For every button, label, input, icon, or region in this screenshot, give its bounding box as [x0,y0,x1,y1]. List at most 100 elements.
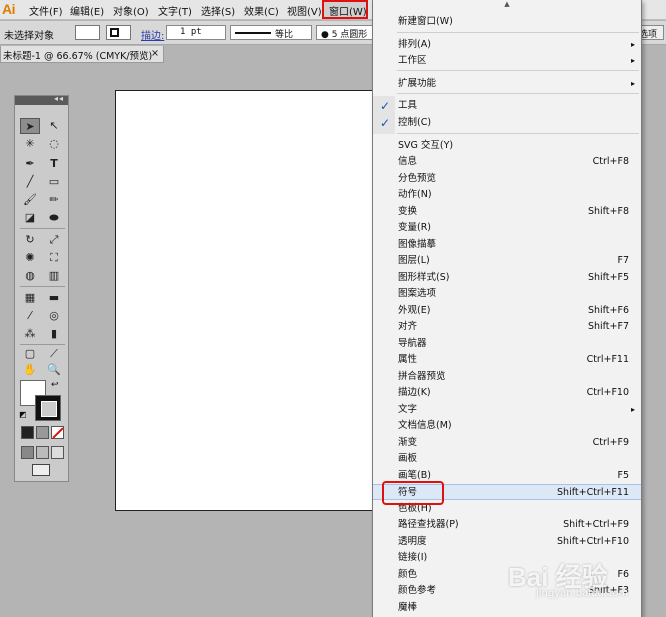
scale-tool-icon[interactable]: ⤢ [44,232,64,248]
rotate-tool-icon[interactable]: ↻ [20,232,40,248]
menu-item-label: 分色预览 [398,173,437,184]
window-menu-item[interactable]: 分色预览 [373,171,641,187]
window-menu-item[interactable]: 变量(R) [373,220,641,236]
symbol-item-highlight [382,481,444,505]
menu-type[interactable]: 文字(T) [158,3,192,18]
window-menu-item[interactable]: 文字 ▸ [373,402,641,418]
gradient-tool-icon[interactable]: ▬ [44,290,64,306]
submenu-arrow-icon: ▸ [630,79,635,88]
window-menu-item[interactable]: 文档信息(M) [373,418,641,434]
gradient-mode-icon[interactable] [36,426,49,439]
screen-mode-icon[interactable] [32,464,50,476]
stroke-weight-field[interactable]: 1 pt [166,25,226,40]
window-menu-item[interactable]: 图层(L) F7 [373,253,641,269]
window-menu-dropdown: ▲ 新建窗口(W) 排列(A) ▸ 工作区 ▸ 扩展功能 ▸ ✓ 工具 ✓ 控制(C) SVG 交互(… [372,0,642,617]
menu-separator [397,133,639,134]
window-menu-item[interactable]: ✓ 工具 [373,98,641,114]
tools-panel-header[interactable]: ◂◂ [15,94,68,105]
hand-tool-icon[interactable]: ✋ [20,362,40,378]
stroke-label-link[interactable]: 描边: [141,27,164,42]
window-menu-item[interactable]: 新建窗口(W) [373,14,641,30]
menu-item-label: 控制(C) [398,117,432,128]
menu-view[interactable]: 视图(V) [287,3,322,18]
pen-tool-icon[interactable]: ✒ [20,156,40,172]
window-menu-item[interactable]: ✓ 控制(C) [373,115,641,131]
close-icon[interactable]: × [151,48,159,59]
stroke-swatch[interactable] [35,395,61,421]
window-menu-item[interactable]: 拼合器预览 [373,369,641,385]
window-menu-item[interactable]: 信息 Ctrl+F8 [373,154,641,170]
rectangle-tool-icon[interactable]: ▭ [44,174,64,190]
menu-item-label: 画板 [398,453,418,464]
menu-window[interactable]: 窗口(W) [329,3,367,18]
menu-file[interactable]: 文件(F) [29,3,63,18]
stroke-color-picker[interactable] [106,25,131,40]
menu-select[interactable]: 选择(S) [201,3,235,18]
menu-object[interactable]: 对象(O) [113,3,149,18]
artboard-tool-icon[interactable]: ▢ [20,346,40,362]
menu-item-label: 工作区 [398,55,427,66]
perspective-grid-tool-icon[interactable]: ▥ [44,268,64,284]
window-menu-item[interactable]: 路径查找器(P) Shift+Ctrl+F9 [373,517,641,533]
blob-brush-tool-icon[interactable]: ◪ [20,210,40,226]
color-mode-icon[interactable] [21,426,34,439]
symbol-sprayer-tool-icon[interactable]: ⁂ [20,326,40,342]
magic-wand-tool-icon[interactable]: ✳ [20,136,40,152]
stroke-profile-select[interactable]: 等比 [230,25,312,40]
window-menu-item[interactable]: 渐变 Ctrl+F9 [373,435,641,451]
direct-selection-tool-icon[interactable]: ↖ [44,118,64,134]
menu-scroll-up-icon[interactable]: ▲ [373,0,641,11]
menu-item-label: 属性 [398,354,418,365]
draw-behind-icon[interactable] [36,446,49,459]
window-menu-item[interactable]: 属性 Ctrl+F11 [373,352,641,368]
slice-tool-icon[interactable]: ⟋ [44,346,64,362]
window-menu-item[interactable]: 图形样式(S) Shift+F5 [373,270,641,286]
draw-inside-icon[interactable] [51,446,64,459]
warp-tool-icon[interactable]: ✺ [20,250,40,266]
menu-item-label: 魔棒 [398,602,418,613]
window-menu-item[interactable]: SVG 交互(Y) [373,138,641,154]
window-menu-item[interactable]: 动作(N) [373,187,641,203]
window-menu-item[interactable]: 排列(A) ▸ [373,37,641,53]
selection-tool-icon[interactable]: ➤ [20,118,40,134]
shape-builder-tool-icon[interactable]: ◍ [20,268,40,284]
collapse-icon[interactable]: ◂◂ [54,94,64,103]
menu-effect[interactable]: 效果(C) [244,3,279,18]
window-menu-item[interactable]: 导航器 [373,336,641,352]
fill-color-picker[interactable] [75,25,100,40]
type-tool-icon[interactable]: T [44,156,64,172]
window-menu-item[interactable]: 对齐 Shift+F7 [373,319,641,335]
lasso-tool-icon[interactable]: ◌ [44,136,64,152]
swap-colors-icon[interactable]: ↩ [51,380,59,390]
menu-item-shortcut: Shift+F5 [587,272,629,283]
window-menu-item[interactable]: 魔棒 [373,600,641,616]
eraser-tool-icon[interactable]: ⬬ [44,210,64,226]
window-menu-item[interactable]: 画板 [373,451,641,467]
draw-normal-icon[interactable] [21,446,34,459]
default-colors-icon[interactable]: ◩ [19,410,27,419]
mesh-tool-icon[interactable]: ▦ [20,290,40,306]
eyedropper-tool-icon[interactable]: ⁄ [20,308,40,324]
brush-definition-select[interactable]: ● 5 点圆形 [316,25,376,40]
window-menu-item[interactable]: 工作区 ▸ [373,53,641,69]
artboard[interactable] [115,90,385,511]
pencil-tool-icon[interactable]: ✏ [44,192,64,208]
window-menu-item[interactable]: 图案选项 [373,286,641,302]
blend-tool-icon[interactable]: ◎ [44,308,64,324]
line-tool-icon[interactable]: ╱ [20,174,40,190]
window-menu-item[interactable]: 变换 Shift+F8 [373,204,641,220]
zoom-tool-icon[interactable]: 🔍 [44,362,64,378]
window-menu-item[interactable]: 透明度 Shift+Ctrl+F10 [373,534,641,550]
window-menu-item[interactable]: 外观(E) Shift+F6 [373,303,641,319]
none-mode-icon[interactable] [51,426,64,439]
graph-tool-icon[interactable]: ▮ [44,326,64,342]
app-logo: Ai [2,1,16,17]
menu-item-shortcut: Shift+Ctrl+F10 [557,536,629,547]
document-tab[interactable]: 未标题-1 @ 66.67% (CMYK/预览) × [0,46,164,63]
free-transform-tool-icon[interactable]: ⛶ [44,250,64,266]
window-menu-item[interactable]: 扩展功能 ▸ [373,76,641,92]
window-menu-item[interactable]: 图像描摹 [373,237,641,253]
menu-edit[interactable]: 编辑(E) [70,3,104,18]
window-menu-item[interactable]: 描边(K) Ctrl+F10 [373,385,641,401]
paintbrush-tool-icon[interactable]: 🖌 [20,192,40,208]
